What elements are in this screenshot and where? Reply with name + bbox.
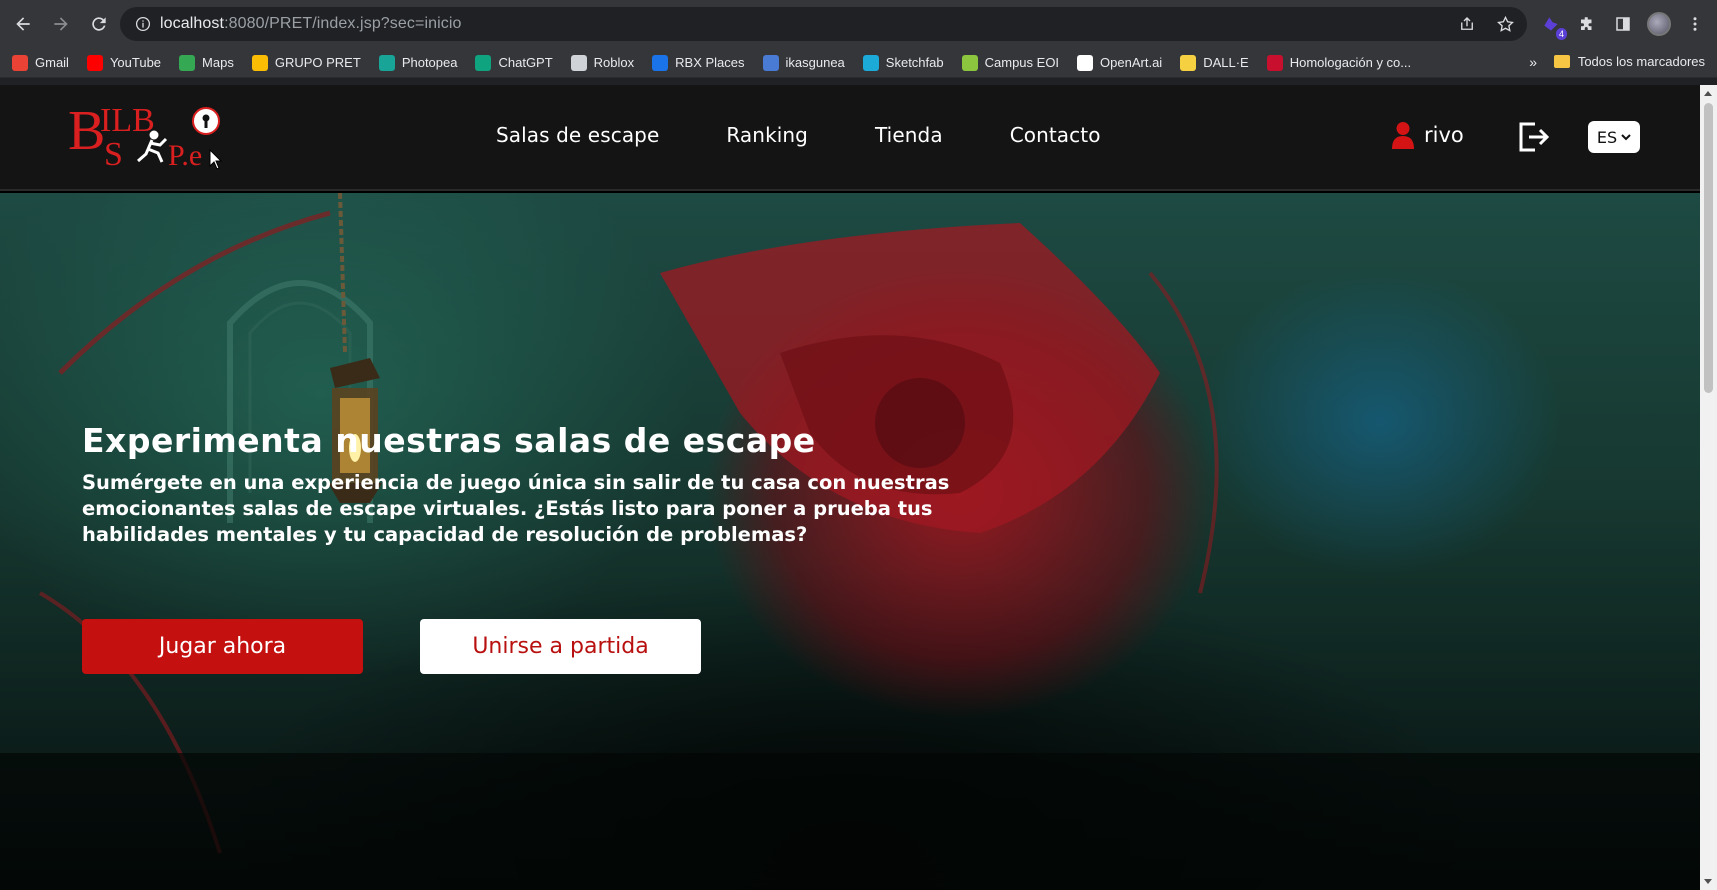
hero-section: Experimenta nuestras salas de escape Sum… — [0, 193, 1700, 890]
bookmark-label: Sketchfab — [885, 55, 944, 70]
site-header: B ILB S P.e Salas de escape Ranking Tien… — [0, 85, 1700, 191]
bookmark-favicon-icon — [652, 54, 669, 71]
url-text[interactable]: localhost:8080/PRET/index.jsp?sec=inicio — [160, 15, 462, 33]
address-bar[interactable]: localhost:8080/PRET/index.jsp?sec=inicio — [120, 7, 1527, 41]
bookmark-favicon-icon — [475, 54, 492, 71]
bookmark-favicon-icon — [179, 54, 196, 71]
bookmark-item[interactable]: Sketchfab — [862, 54, 944, 71]
nav-salas-de-escape[interactable]: Salas de escape — [496, 123, 659, 147]
puzzle-icon[interactable] — [1575, 12, 1599, 36]
bookmark-favicon-icon — [1077, 54, 1094, 71]
bookmark-item[interactable]: Photopea — [378, 54, 458, 71]
nav-contacto[interactable]: Contacto — [1010, 123, 1101, 147]
bookmark-item[interactable]: Gmail — [12, 54, 69, 71]
site-info-icon[interactable] — [126, 7, 160, 41]
bookmark-favicon-icon — [762, 54, 779, 71]
bookmark-star-icon[interactable] — [1493, 12, 1517, 36]
user-profile-link[interactable]: rivo — [1392, 121, 1464, 149]
svg-text:ILB: ILB — [100, 102, 155, 139]
back-icon[interactable] — [6, 7, 40, 41]
scrollbar-thumb[interactable] — [1704, 103, 1713, 393]
mouse-cursor-icon — [209, 149, 222, 170]
reload-icon[interactable] — [82, 7, 116, 41]
bookmark-favicon-icon — [961, 54, 978, 71]
browser-toolbar: localhost:8080/PRET/index.jsp?sec=inicio… — [0, 0, 1717, 48]
bookmark-label: Campus EOI — [984, 55, 1060, 70]
bookmark-favicon-icon — [1266, 54, 1283, 71]
bookmark-item[interactable]: Maps — [179, 54, 234, 71]
bookmark-item[interactable]: Roblox — [570, 54, 635, 71]
hero-title: Experimenta nuestras salas de escape — [82, 421, 816, 460]
all-bookmarks-label: Todos los marcadores — [1577, 54, 1705, 69]
bookmark-item[interactable]: Campus EOI — [961, 54, 1060, 71]
folder-icon — [1553, 55, 1570, 68]
scroll-up-arrow-icon[interactable] — [1704, 91, 1712, 96]
bookmark-favicon-icon — [1180, 54, 1197, 71]
language-select[interactable]: ES — [1588, 121, 1640, 153]
bookmarks-overflow-button[interactable]: » — [1529, 54, 1537, 70]
bookmark-label: Roblox — [593, 55, 635, 70]
bookmark-item[interactable]: GRUPO PRET — [251, 54, 361, 71]
bookmark-item[interactable]: ChatGPT — [475, 54, 553, 71]
bookmark-label: Maps — [202, 55, 234, 70]
url-path: :8080/PRET/index.jsp?sec=inicio — [224, 15, 462, 32]
bookmark-favicon-icon — [570, 54, 587, 71]
page-scrollbar[interactable] — [1700, 85, 1717, 890]
bookmark-label: OpenArt.ai — [1100, 55, 1163, 70]
all-bookmarks-folder[interactable]: Todos los marcadores — [1553, 54, 1705, 69]
bookmark-item[interactable]: YouTube — [86, 54, 162, 71]
bilboskp-logo[interactable]: B ILB S P.e — [68, 99, 228, 179]
bookmark-item[interactable]: DALL·E — [1180, 54, 1249, 71]
logout-icon[interactable] — [1517, 120, 1549, 154]
bookmark-favicon-icon — [862, 54, 879, 71]
hero-description: Sumérgete en una experiencia de juego ún… — [82, 471, 950, 546]
bookmark-item[interactable]: OpenArt.ai — [1077, 54, 1163, 71]
username: rivo — [1424, 123, 1464, 147]
bookmark-favicon-icon — [251, 54, 268, 71]
bookmark-favicon-icon — [378, 54, 395, 71]
chevron-down-icon — [1621, 133, 1631, 140]
bookmark-item[interactable]: ikasgunea — [762, 54, 845, 71]
user-icon — [1392, 122, 1414, 149]
svg-text:P.e: P.e — [168, 139, 202, 172]
bookmark-label: DALL·E — [1203, 55, 1249, 70]
bookmarks-bar: Gmail YouTube Maps GRUPO PRET Photopea ChatGP… — [0, 48, 1717, 78]
forward-icon[interactable] — [44, 7, 78, 41]
bookmark-label: ChatGPT — [498, 55, 553, 70]
svg-text:S: S — [104, 136, 123, 173]
menu-kebab-icon[interactable] — [1683, 12, 1707, 36]
scroll-down-arrow-icon[interactable] — [1704, 879, 1712, 884]
bookmark-label: ikasgunea — [785, 55, 845, 70]
extension-icon[interactable]: 4 — [1539, 12, 1567, 40]
bookmark-label: GRUPO PRET — [274, 55, 361, 70]
side-panel-icon[interactable] — [1611, 12, 1635, 36]
bookmark-label: Photopea — [401, 55, 458, 70]
nav-ranking[interactable]: Ranking — [726, 123, 808, 147]
page-viewport: B ILB S P.e Salas de escape Ranking Tien… — [0, 85, 1700, 890]
url-host: localhost — [160, 15, 225, 32]
bookmark-label: RBX Places — [675, 55, 745, 70]
extension-badge: 4 — [1555, 28, 1567, 40]
profile-avatar[interactable] — [1647, 12, 1671, 36]
join-game-button[interactable]: Unirse a partida — [420, 619, 701, 674]
play-now-button[interactable]: Jugar ahora — [82, 619, 363, 674]
bookmark-favicon-icon — [86, 54, 103, 71]
language-value: ES — [1596, 127, 1618, 147]
bookmark-favicon-icon — [12, 54, 28, 71]
bookmark-item[interactable]: RBX Places — [652, 54, 745, 71]
nav-tienda[interactable]: Tienda — [875, 123, 943, 147]
share-icon[interactable] — [1455, 12, 1479, 36]
bookmark-label: YouTube — [109, 55, 162, 70]
bookmark-label: Gmail — [35, 55, 69, 70]
main-nav: Salas de escape Ranking Tienda Contacto — [496, 123, 1101, 147]
bookmark-item[interactable]: Homologación y co... — [1266, 54, 1412, 71]
bookmark-label: Homologación y co... — [1289, 55, 1412, 70]
